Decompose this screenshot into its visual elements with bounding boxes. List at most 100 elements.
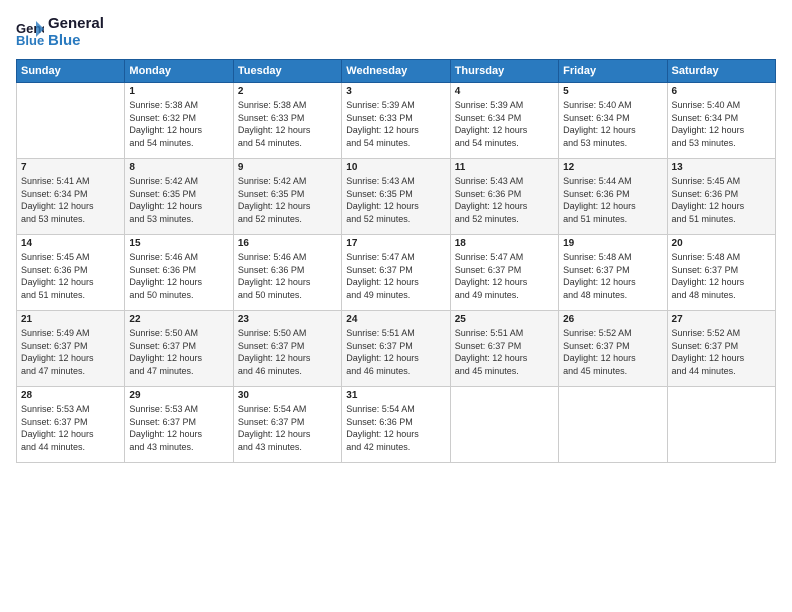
calendar-cell: 18 Sunrise: 5:47 AM Sunset: 6:37 PM Dayli… <box>450 235 558 311</box>
day-number: 13 <box>672 162 771 173</box>
weekday-header-row: SundayMondayTuesdayWednesdayThursdayFrid… <box>17 60 776 83</box>
day-info: Sunrise: 5:50 AM Sunset: 6:37 PM Dayligh… <box>238 327 337 377</box>
day-info: Sunrise: 5:53 AM Sunset: 6:37 PM Dayligh… <box>21 403 120 453</box>
day-info: Sunrise: 5:38 AM Sunset: 6:33 PM Dayligh… <box>238 99 337 149</box>
day-number: 19 <box>563 238 662 249</box>
day-number: 22 <box>129 314 228 325</box>
weekday-header-sunday: Sunday <box>17 60 125 83</box>
day-number: 24 <box>346 314 445 325</box>
logo-text-blue: Blue <box>48 33 104 50</box>
day-info: Sunrise: 5:47 AM Sunset: 6:37 PM Dayligh… <box>455 251 554 301</box>
calendar-cell <box>667 387 775 463</box>
day-number: 18 <box>455 238 554 249</box>
day-info: Sunrise: 5:52 AM Sunset: 6:37 PM Dayligh… <box>672 327 771 377</box>
calendar-week-row: 14 Sunrise: 5:45 AM Sunset: 6:36 PM Dayli… <box>17 235 776 311</box>
day-info: Sunrise: 5:43 AM Sunset: 6:35 PM Dayligh… <box>346 175 445 225</box>
day-number: 21 <box>21 314 120 325</box>
day-number: 3 <box>346 86 445 97</box>
calendar-cell: 24 Sunrise: 5:51 AM Sunset: 6:37 PM Dayli… <box>342 311 450 387</box>
day-info: Sunrise: 5:48 AM Sunset: 6:37 PM Dayligh… <box>672 251 771 301</box>
day-number: 25 <box>455 314 554 325</box>
weekday-header-wednesday: Wednesday <box>342 60 450 83</box>
day-number: 14 <box>21 238 120 249</box>
calendar-cell: 17Sunrise: 5:47 AM Sunset: 6:37 PM Dayli… <box>342 235 450 311</box>
weekday-header-tuesday: Tuesday <box>233 60 341 83</box>
day-info: Sunrise: 5:41 AM Sunset: 6:34 PM Dayligh… <box>21 175 120 225</box>
day-info: Sunrise: 5:43 AM Sunset: 6:36 PM Dayligh… <box>455 175 554 225</box>
page-header: General Blue General Blue <box>16 16 776 49</box>
calendar-week-row: 21Sunrise: 5:49 AM Sunset: 6:37 PM Dayli… <box>17 311 776 387</box>
calendar-cell: 9 Sunrise: 5:42 AM Sunset: 6:35 PM Daylig… <box>233 159 341 235</box>
day-number: 16 <box>238 238 337 249</box>
calendar-cell: 4 Sunrise: 5:39 AM Sunset: 6:34 PM Daylig… <box>450 83 558 159</box>
calendar-cell: 1 Sunrise: 5:38 AM Sunset: 6:32 PM Daylig… <box>125 83 233 159</box>
calendar-cell: 28Sunrise: 5:53 AM Sunset: 6:37 PM Dayli… <box>17 387 125 463</box>
day-info: Sunrise: 5:54 AM Sunset: 6:36 PM Dayligh… <box>346 403 445 453</box>
calendar-page: General Blue General Blue SundayMondayTu… <box>0 0 792 612</box>
day-info: Sunrise: 5:48 AM Sunset: 6:37 PM Dayligh… <box>563 251 662 301</box>
calendar-cell: 15 Sunrise: 5:46 AM Sunset: 6:36 PM Dayli… <box>125 235 233 311</box>
day-info: Sunrise: 5:51 AM Sunset: 6:37 PM Dayligh… <box>455 327 554 377</box>
day-number: 1 <box>129 86 228 97</box>
calendar-cell <box>17 83 125 159</box>
day-info: Sunrise: 5:39 AM Sunset: 6:34 PM Dayligh… <box>455 99 554 149</box>
calendar-cell: 3Sunrise: 5:39 AM Sunset: 6:33 PM Daylig… <box>342 83 450 159</box>
day-number: 4 <box>455 86 554 97</box>
day-info: Sunrise: 5:46 AM Sunset: 6:36 PM Dayligh… <box>129 251 228 301</box>
day-info: Sunrise: 5:46 AM Sunset: 6:36 PM Dayligh… <box>238 251 337 301</box>
day-info: Sunrise: 5:38 AM Sunset: 6:32 PM Dayligh… <box>129 99 228 149</box>
calendar-week-row: 1 Sunrise: 5:38 AM Sunset: 6:32 PM Daylig… <box>17 83 776 159</box>
weekday-header-friday: Friday <box>559 60 667 83</box>
logo-text-general: General <box>48 16 104 33</box>
day-info: Sunrise: 5:51 AM Sunset: 6:37 PM Dayligh… <box>346 327 445 377</box>
day-number: 10 <box>346 162 445 173</box>
calendar-cell: 21Sunrise: 5:49 AM Sunset: 6:37 PM Dayli… <box>17 311 125 387</box>
day-info: Sunrise: 5:52 AM Sunset: 6:37 PM Dayligh… <box>563 327 662 377</box>
calendar-cell: 19 Sunrise: 5:48 AM Sunset: 6:37 PM Dayli… <box>559 235 667 311</box>
day-number: 9 <box>238 162 337 173</box>
day-info: Sunrise: 5:42 AM Sunset: 6:35 PM Dayligh… <box>129 175 228 225</box>
day-info: Sunrise: 5:42 AM Sunset: 6:35 PM Dayligh… <box>238 175 337 225</box>
day-number: 6 <box>672 86 771 97</box>
day-number: 7 <box>21 162 120 173</box>
day-info: Sunrise: 5:45 AM Sunset: 6:36 PM Dayligh… <box>21 251 120 301</box>
day-number: 29 <box>129 390 228 401</box>
day-number: 11 <box>455 162 554 173</box>
day-info: Sunrise: 5:44 AM Sunset: 6:36 PM Dayligh… <box>563 175 662 225</box>
logo-icon: General Blue <box>16 19 44 47</box>
calendar-cell: 27Sunrise: 5:52 AM Sunset: 6:37 PM Dayli… <box>667 311 775 387</box>
svg-text:Blue: Blue <box>16 33 44 47</box>
day-info: Sunrise: 5:40 AM Sunset: 6:34 PM Dayligh… <box>672 99 771 149</box>
day-number: 5 <box>563 86 662 97</box>
calendar-week-row: 7 Sunrise: 5:41 AM Sunset: 6:34 PM Daylig… <box>17 159 776 235</box>
calendar-cell: 2Sunrise: 5:38 AM Sunset: 6:33 PM Daylig… <box>233 83 341 159</box>
calendar-cell: 22 Sunrise: 5:50 AM Sunset: 6:37 PM Dayli… <box>125 311 233 387</box>
calendar-cell: 25 Sunrise: 5:51 AM Sunset: 6:37 PM Dayli… <box>450 311 558 387</box>
calendar-cell: 31Sunrise: 5:54 AM Sunset: 6:36 PM Dayli… <box>342 387 450 463</box>
calendar-cell <box>450 387 558 463</box>
calendar-cell: 6 Sunrise: 5:40 AM Sunset: 6:34 PM Daylig… <box>667 83 775 159</box>
day-number: 15 <box>129 238 228 249</box>
calendar-cell: 16 Sunrise: 5:46 AM Sunset: 6:36 PM Dayli… <box>233 235 341 311</box>
calendar-cell: 23 Sunrise: 5:50 AM Sunset: 6:37 PM Dayli… <box>233 311 341 387</box>
calendar-cell <box>559 387 667 463</box>
day-number: 17 <box>346 238 445 249</box>
day-number: 8 <box>129 162 228 173</box>
day-info: Sunrise: 5:50 AM Sunset: 6:37 PM Dayligh… <box>129 327 228 377</box>
calendar-cell: 10 Sunrise: 5:43 AM Sunset: 6:35 PM Dayli… <box>342 159 450 235</box>
day-number: 20 <box>672 238 771 249</box>
logo: General Blue General Blue <box>16 16 104 49</box>
calendar-cell: 13 Sunrise: 5:45 AM Sunset: 6:36 PM Dayli… <box>667 159 775 235</box>
calendar-cell: 11 Sunrise: 5:43 AM Sunset: 6:36 PM Dayli… <box>450 159 558 235</box>
day-info: Sunrise: 5:45 AM Sunset: 6:36 PM Dayligh… <box>672 175 771 225</box>
calendar-cell: 12 Sunrise: 5:44 AM Sunset: 6:36 PM Dayli… <box>559 159 667 235</box>
calendar-cell: 7 Sunrise: 5:41 AM Sunset: 6:34 PM Daylig… <box>17 159 125 235</box>
weekday-header-thursday: Thursday <box>450 60 558 83</box>
day-info: Sunrise: 5:54 AM Sunset: 6:37 PM Dayligh… <box>238 403 337 453</box>
day-number: 23 <box>238 314 337 325</box>
day-number: 12 <box>563 162 662 173</box>
day-number: 30 <box>238 390 337 401</box>
calendar-table: SundayMondayTuesdayWednesdayThursdayFrid… <box>16 59 776 463</box>
calendar-cell: 30 Sunrise: 5:54 AM Sunset: 6:37 PM Dayli… <box>233 387 341 463</box>
calendar-cell: 8 Sunrise: 5:42 AM Sunset: 6:35 PM Daylig… <box>125 159 233 235</box>
